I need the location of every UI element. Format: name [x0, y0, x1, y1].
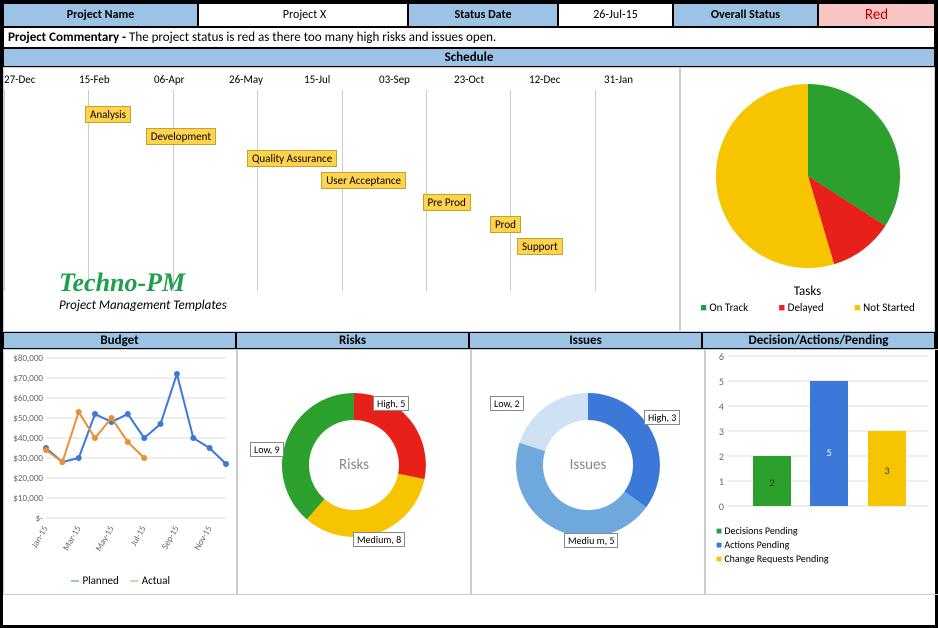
- data-label: Mediu m, 5: [564, 533, 618, 548]
- gantt-task: Development: [146, 128, 216, 145]
- quad-body: $80,000 $70,000 $60,000 $50,000 $40,000 …: [3, 349, 935, 595]
- gantt-task: Prod: [490, 216, 521, 233]
- svg-text:$10,000: $10,000: [13, 493, 43, 504]
- svg-text:1: 1: [719, 475, 724, 488]
- svg-text:May-15: May-15: [93, 524, 117, 554]
- title-dap: Decision/Actions/Pending: [702, 332, 935, 349]
- budget-chart: $80,000 $70,000 $60,000 $50,000 $40,000 …: [3, 349, 237, 595]
- svg-text:Nov-15: Nov-15: [192, 524, 215, 553]
- dap-chart: 2 5 3 6 5 4 3 2 1 0 Decisions Pending Actio…: [705, 349, 938, 595]
- svg-text:Sep-15: Sep-15: [159, 524, 181, 552]
- axis-tick: 15-Jul: [304, 73, 379, 86]
- legend-actual: Actual: [129, 574, 170, 587]
- status-date-value[interactable]: 26-Jul-15: [558, 3, 673, 27]
- title-budget: Budget: [3, 332, 236, 349]
- svg-text:$80,000: $80,000: [13, 353, 43, 364]
- tasks-pie-title: Tasks: [681, 284, 934, 299]
- issues-center: Issues: [558, 456, 618, 474]
- svg-text:5: 5: [826, 446, 831, 459]
- schedule-title: Schedule: [3, 48, 935, 67]
- gantt-task: Quality Assurance: [247, 150, 337, 167]
- svg-text:$40,000: $40,000: [13, 433, 43, 444]
- schedule-body: 27-Dec 15-Feb 06-Apr 26-May 15-Jul 03-Se…: [3, 67, 935, 332]
- axis-tick: 12-Dec: [529, 73, 604, 86]
- overall-status-value: Red: [818, 3, 935, 27]
- data-label: Medium, 8: [353, 532, 405, 547]
- risks-center: Risks: [324, 456, 384, 474]
- gantt-task: User Acceptance: [321, 172, 406, 189]
- quad-titles: Budget Risks Issues Decision/Actions/Pen…: [3, 332, 935, 349]
- logo: Techno-PM Project Management Templates: [59, 268, 227, 313]
- axis-tick: 27-Dec: [4, 73, 79, 86]
- gantt-chart: 27-Dec 15-Feb 06-Apr 26-May 15-Jul 03-Se…: [3, 67, 680, 332]
- svg-text:5: 5: [719, 375, 724, 388]
- svg-text:0: 0: [719, 500, 724, 513]
- svg-text:3: 3: [719, 425, 724, 438]
- legend-actions: Actions Pending: [716, 538, 938, 552]
- axis-tick: 23-Oct: [454, 73, 529, 86]
- issues-chart: Issues Low, 2 High, 3 Mediu m, 5: [471, 349, 705, 595]
- svg-text:Jul-15: Jul-15: [128, 524, 149, 549]
- svg-text:$60,000: $60,000: [13, 393, 43, 404]
- legend-not-started: Not Started: [854, 301, 915, 314]
- title-issues: Issues: [469, 332, 702, 349]
- commentary-text: The project status is red as there too m…: [129, 30, 496, 45]
- logo-subtitle: Project Management Templates: [59, 298, 227, 313]
- svg-text:4: 4: [719, 400, 724, 413]
- tasks-pie: Tasks On Track Delayed Not Started: [680, 67, 935, 332]
- gantt-task: Analysis: [85, 106, 131, 123]
- commentary-label: Project Commentary -: [8, 30, 129, 45]
- legend-delayed: Delayed: [779, 301, 824, 314]
- svg-text:2: 2: [719, 450, 724, 463]
- gantt-axis: 27-Dec 15-Feb 06-Apr 26-May 15-Jul 03-Se…: [4, 73, 679, 86]
- tasks-pie-legend: On Track Delayed Not Started: [685, 301, 930, 314]
- svg-text:3: 3: [884, 464, 889, 477]
- svg-text:2: 2: [769, 476, 774, 489]
- logo-title: Techno-PM: [59, 268, 227, 298]
- gantt-task: Pre Prod: [423, 194, 471, 211]
- legend-planned: Planned: [70, 574, 119, 587]
- data-label: Low, 9: [250, 442, 284, 457]
- data-label: High, 5: [373, 396, 409, 411]
- svg-text:Mar-15: Mar-15: [61, 524, 84, 553]
- legend-decisions: Decisions Pending: [716, 524, 938, 538]
- dashboard: Project Name Project X Status Date 26-Ju…: [0, 0, 938, 628]
- svg-text:$20,000: $20,000: [13, 473, 43, 484]
- legend-on-track: On Track: [700, 301, 748, 314]
- data-label: High, 3: [644, 410, 680, 425]
- axis-tick: 06-Apr: [154, 73, 229, 86]
- legend-change-requests: Change Requests Pending: [716, 552, 938, 566]
- overall-status-label: Overall Status: [673, 3, 818, 27]
- budget-legend: Planned Actual: [4, 574, 236, 587]
- axis-tick: 31-Jan: [604, 73, 679, 86]
- risks-chart: Risks High, 5 Low, 9 Medium, 8: [237, 349, 471, 595]
- svg-text:$50,000: $50,000: [13, 413, 43, 424]
- svg-text:$-: $-: [36, 513, 44, 524]
- svg-text:6: 6: [719, 350, 724, 363]
- header-row: Project Name Project X Status Date 26-Ju…: [3, 3, 935, 27]
- project-name-label: Project Name: [3, 3, 198, 27]
- tasks-pie-svg: [681, 68, 936, 278]
- axis-tick: 15-Feb: [79, 73, 154, 86]
- axis-tick: 26-May: [229, 73, 304, 86]
- svg-text:$70,000: $70,000: [13, 373, 43, 384]
- title-risks: Risks: [236, 332, 469, 349]
- axis-tick: 03-Sep: [379, 73, 454, 86]
- svg-text:Jan-15: Jan-15: [29, 524, 51, 550]
- svg-text:$30,000: $30,000: [13, 453, 43, 464]
- data-label: Low, 2: [490, 396, 524, 411]
- project-commentary: Project Commentary - The project status …: [3, 27, 935, 48]
- gantt-task: Support: [517, 238, 563, 255]
- dap-legend: Decisions Pending Actions Pending Change…: [706, 524, 938, 566]
- project-name-value[interactable]: Project X: [198, 3, 408, 27]
- status-date-label: Status Date: [408, 3, 558, 27]
